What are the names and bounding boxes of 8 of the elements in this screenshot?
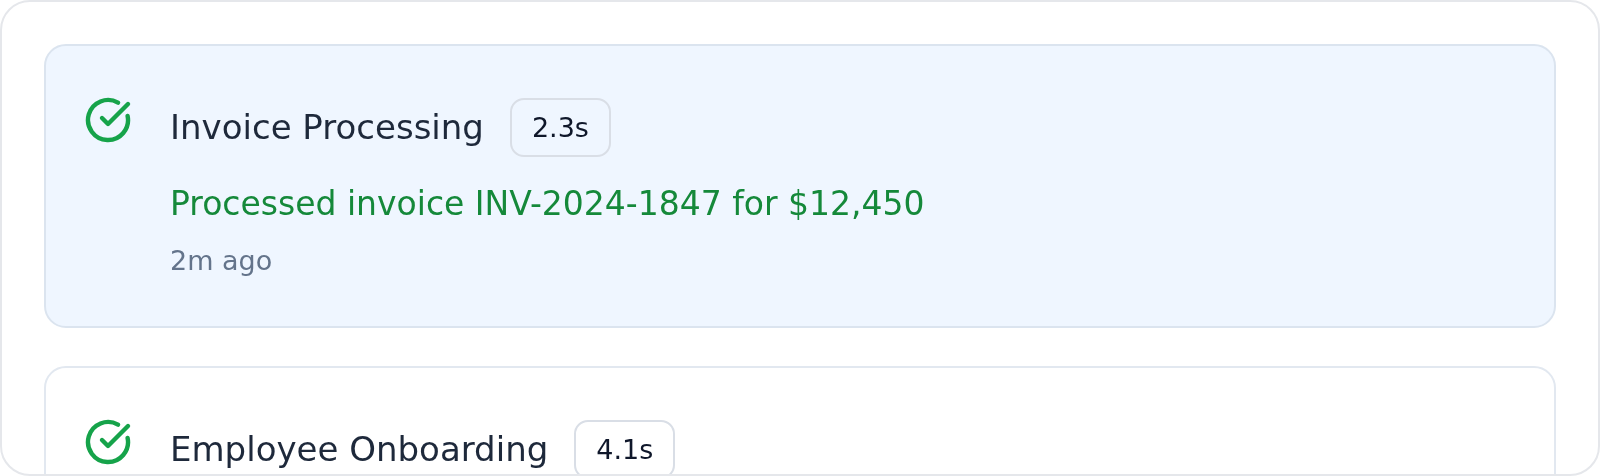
activity-title: Invoice Processing <box>170 107 484 147</box>
activity-message: Processed invoice INV-2024-1847 for $12,450 <box>170 184 925 223</box>
duration-badge: 4.1s <box>574 419 676 474</box>
activity-title: Employee Onboarding <box>170 429 549 469</box>
activity-card[interactable]: Invoice Processing 2.3s Processed invoice INV-2024-1847 for $12,450 2m ago <box>44 44 1556 328</box>
activity-card[interactable]: Employee Onboarding 4.1s <box>44 366 1556 474</box>
activity-time: 2m ago <box>170 245 274 276</box>
duration-badge: 2.3s <box>509 97 611 157</box>
